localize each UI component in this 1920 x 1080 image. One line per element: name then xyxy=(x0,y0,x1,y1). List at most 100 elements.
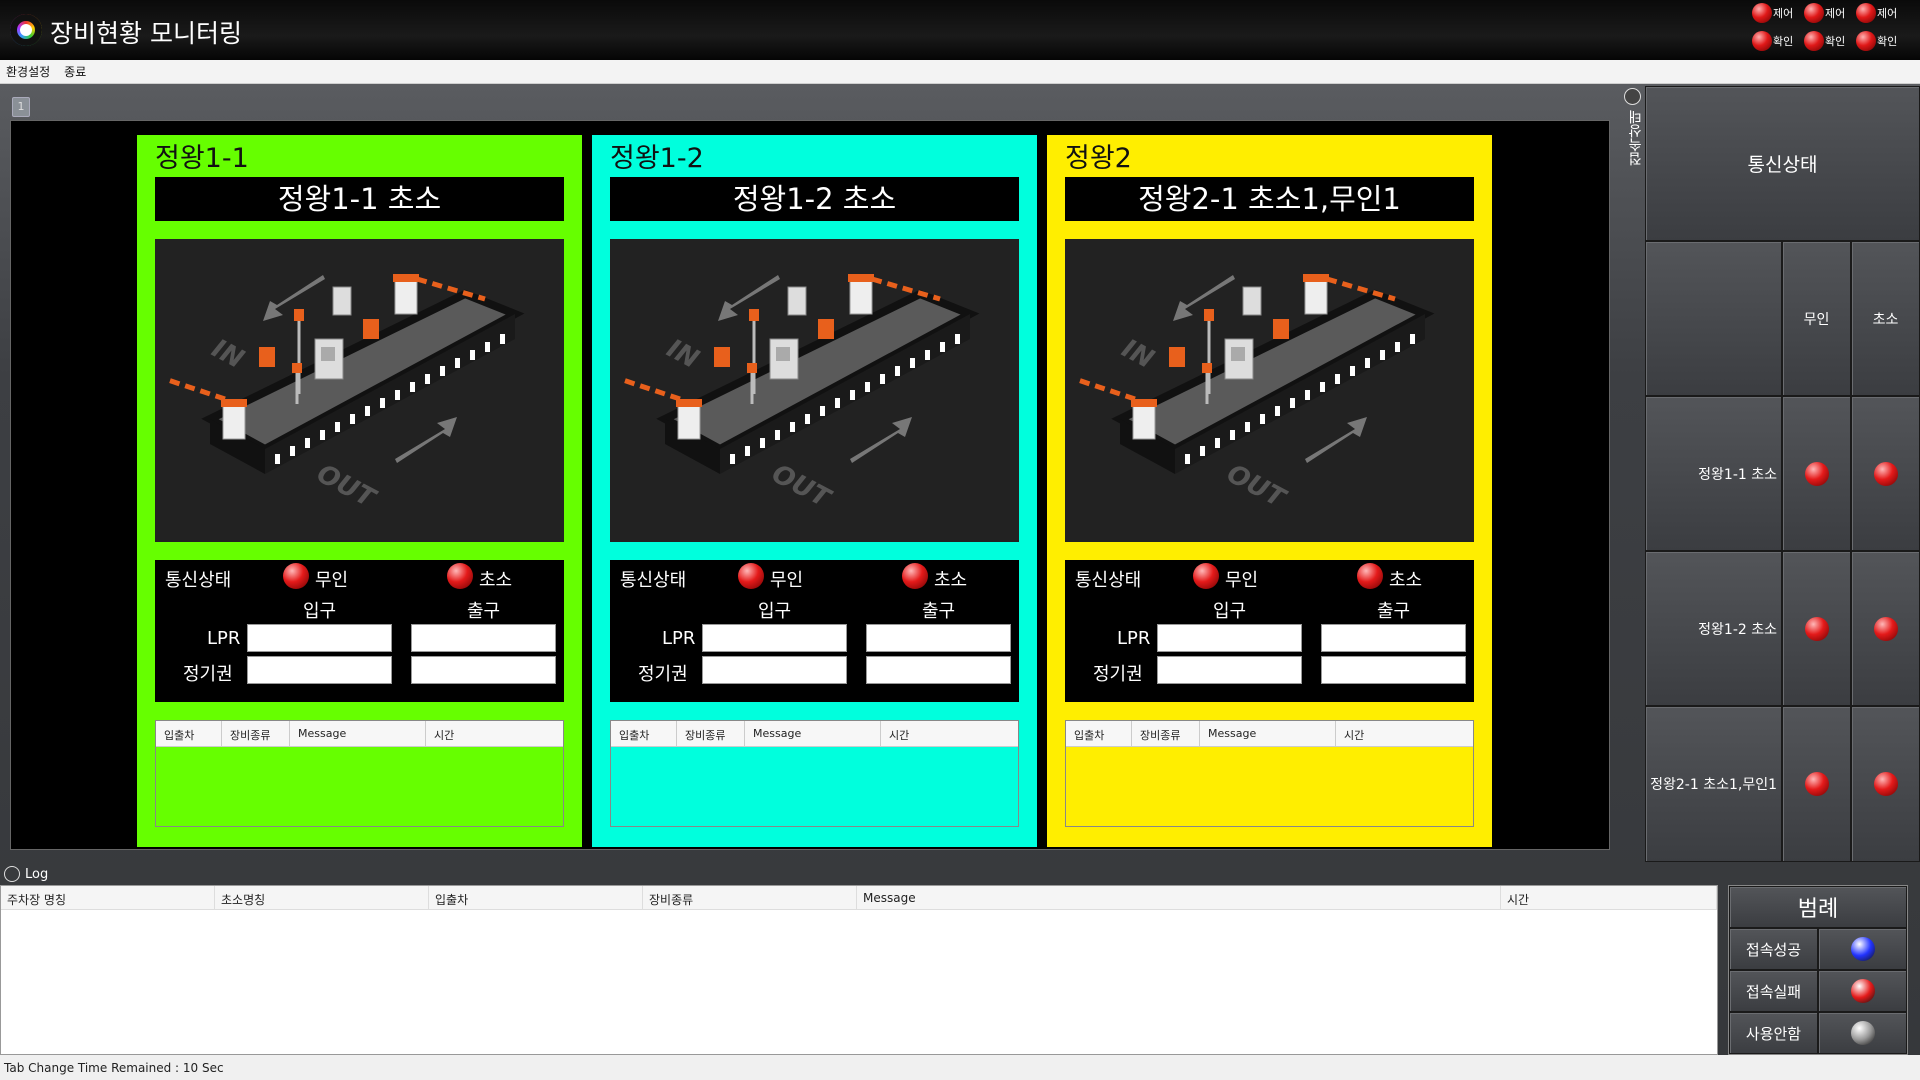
comm-status-cell xyxy=(1782,706,1851,862)
entry-lpr-field[interactable] xyxy=(702,624,847,652)
red-led-icon xyxy=(1804,461,1829,486)
log-col-header[interactable]: 입출차 xyxy=(611,721,677,747)
panel-image: IN OUT xyxy=(610,239,1019,542)
confirm-button-2[interactable]: 확인 xyxy=(1804,30,1845,52)
log-col-header[interactable]: 시간 xyxy=(881,721,1017,747)
panel-name: 정왕1-2 xyxy=(610,143,704,174)
control-button-3[interactable]: 제어 xyxy=(1856,2,1897,24)
red-led-icon xyxy=(1856,3,1876,23)
status-label: 통신상태 xyxy=(1075,570,1142,591)
comm-title: 통신상태 xyxy=(1645,86,1920,241)
red-led-icon xyxy=(1873,616,1898,641)
exit-lpr-field[interactable] xyxy=(866,624,1011,652)
entry-pass-field[interactable] xyxy=(247,656,392,684)
entry-pass-field[interactable] xyxy=(1157,656,1302,684)
panel-banner: 정왕1-2 초소 xyxy=(610,177,1019,221)
monitor-stage: 정왕1-1 정왕1-1 초소 IN OUT 통신상태 무인 초소 입구 출구 L… xyxy=(10,120,1610,850)
status-bar: Tab Change Time Remained : 10 Sec xyxy=(0,1055,1920,1080)
status-label: 통신상태 xyxy=(165,570,232,591)
comm-status-cell xyxy=(1782,396,1851,551)
entry-label: 입구 xyxy=(303,601,337,622)
entry-lpr-field[interactable] xyxy=(247,624,392,652)
log-col-header[interactable]: Message xyxy=(857,886,1501,909)
legend-swatch xyxy=(1818,1012,1907,1054)
svg-text:OUT: OUT xyxy=(767,459,837,515)
svg-text:IN: IN xyxy=(1117,334,1159,375)
legend-label: 접속성공 xyxy=(1729,928,1818,970)
unmanned-label: 무인 xyxy=(1225,570,1259,591)
unmanned-label: 무인 xyxy=(770,570,804,591)
panel-log-table: 입출차 장비종류 Message 시간 xyxy=(1065,720,1474,827)
log-col-header[interactable]: 장비종류 xyxy=(222,721,290,747)
red-led-icon xyxy=(902,563,928,589)
red-led-icon xyxy=(447,563,473,589)
svg-text:OUT: OUT xyxy=(1222,459,1292,515)
comm-status-cell xyxy=(1851,551,1920,706)
exit-pass-field[interactable] xyxy=(1321,656,1466,684)
post-label: 초소 xyxy=(479,570,513,591)
red-led-icon xyxy=(1357,563,1383,589)
comm-status-grid: 통신상태 무인 초소 정왕1-1 초소 정왕1-2 초소 정왕2-1 초소1,무… xyxy=(1645,86,1920,862)
log-collapse-toggle[interactable] xyxy=(4,866,20,882)
app-logo-icon xyxy=(10,14,42,46)
exit-pass-field[interactable] xyxy=(866,656,1011,684)
log-col-header[interactable]: 시간 xyxy=(426,721,562,747)
log-col-header[interactable]: 입출차 xyxy=(429,886,643,909)
red-led-icon xyxy=(283,563,309,589)
log-col-header[interactable]: 장비종류 xyxy=(1132,721,1200,747)
tab-marker[interactable]: 1 xyxy=(12,97,30,117)
log-col-header[interactable]: 주차장 명칭 xyxy=(1,886,215,909)
panel-status-box: 통신상태 무인 초소 입구 출구 LPR 정기권 xyxy=(1065,560,1474,702)
panel-image: IN OUT xyxy=(155,239,564,542)
entry-lpr-field[interactable] xyxy=(1157,624,1302,652)
control-button-1[interactable]: 제어 xyxy=(1752,2,1793,24)
log-col-header[interactable]: 입출차 xyxy=(156,721,222,747)
pass-label: 정기권 xyxy=(183,664,233,685)
parking-gate-illustration: IN OUT xyxy=(1074,274,1435,515)
control-button-2[interactable]: 제어 xyxy=(1804,2,1845,24)
log-col-header[interactable]: 시간 xyxy=(1501,886,1717,909)
exit-label: 출구 xyxy=(467,601,501,622)
red-led-icon xyxy=(1752,3,1772,23)
title-bar: 장비현황 모니터링 제어 제어 제어 확인 확인 확인 xyxy=(0,0,1920,60)
red-led-icon xyxy=(1804,3,1824,23)
panel-log-table: 입출차 장비종류 Message 시간 xyxy=(610,720,1019,827)
log-col-header[interactable]: 초소명칭 xyxy=(215,886,429,909)
exit-pass-field[interactable] xyxy=(411,656,556,684)
menu-item-exit[interactable]: 종료 xyxy=(64,63,86,80)
comm-row-label: 정왕1-2 초소 xyxy=(1645,551,1782,706)
menu-item-settings[interactable]: 환경설정 xyxy=(6,63,50,80)
log-label: Log xyxy=(25,867,49,882)
red-led-icon xyxy=(1856,31,1876,51)
post-label: 초소 xyxy=(934,570,968,591)
red-led-icon xyxy=(1193,563,1219,589)
log-col-header[interactable]: 장비종류 xyxy=(677,721,745,747)
log-col-header[interactable]: Message xyxy=(1200,721,1336,747)
red-led-icon xyxy=(1804,772,1829,796)
comm-status-cell xyxy=(1851,706,1920,862)
log-col-header[interactable]: 입출차 xyxy=(1066,721,1132,747)
svg-text:OUT: OUT xyxy=(312,459,382,515)
parking-gate-illustration: IN OUT xyxy=(164,274,525,515)
log-col-header[interactable]: 장비종류 xyxy=(643,886,857,909)
log-col-header[interactable]: Message xyxy=(290,721,426,747)
panel-status-box: 통신상태 무인 초소 입구 출구 LPR 정기권 xyxy=(155,560,564,702)
comm-collapse-toggle[interactable] xyxy=(1624,88,1641,105)
entry-pass-field[interactable] xyxy=(702,656,847,684)
gray-led-icon xyxy=(1850,1021,1875,1045)
exit-lpr-field[interactable] xyxy=(411,624,556,652)
confirm-button-1[interactable]: 확인 xyxy=(1752,30,1793,52)
exit-lpr-field[interactable] xyxy=(1321,624,1466,652)
red-led-icon xyxy=(1850,979,1875,1003)
panel-log-header: 입출차 장비종류 Message 시간 xyxy=(156,721,563,747)
window-title: 장비현황 모니터링 xyxy=(50,19,242,48)
panel-status-box: 통신상태 무인 초소 입구 출구 LPR 정기권 xyxy=(610,560,1019,702)
lpr-label: LPR xyxy=(1117,628,1151,649)
svg-text:IN: IN xyxy=(207,334,249,375)
parking-panel: 정왕2 정왕2-1 초소1,무인1 IN OUT 통신상태 무인 초소 입구 출… xyxy=(1047,135,1492,847)
confirm-button-3[interactable]: 확인 xyxy=(1856,30,1897,52)
log-col-header[interactable]: Message xyxy=(745,721,881,747)
parking-panel: 정왕1-2 정왕1-2 초소 IN OUT 통신상태 무인 초소 입구 출구 L… xyxy=(592,135,1037,847)
log-col-header[interactable]: 시간 xyxy=(1336,721,1472,747)
red-led-icon xyxy=(738,563,764,589)
